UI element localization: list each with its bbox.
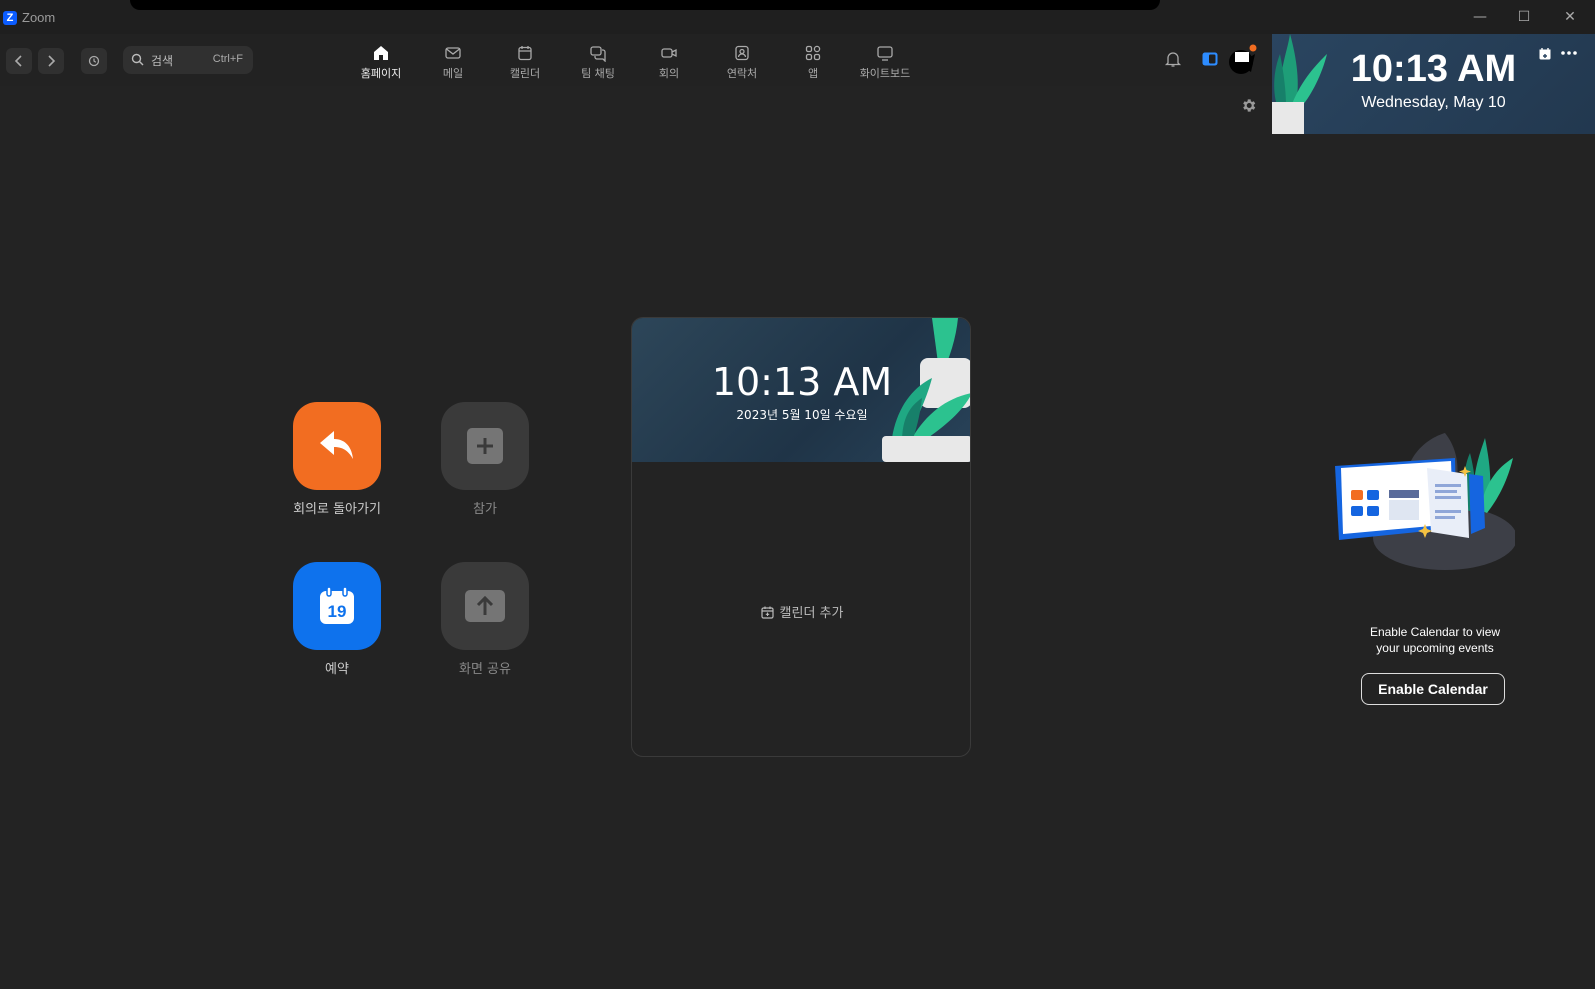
- tab-mail[interactable]: 메일: [421, 44, 485, 80]
- schedule-button[interactable]: 19 예약: [277, 562, 397, 677]
- share-label: 화면 공유: [459, 662, 511, 677]
- tab-label: 화이트보드: [859, 67, 911, 80]
- history-icon: [88, 55, 100, 67]
- plus-icon: [467, 428, 503, 464]
- join-button[interactable]: 참가: [425, 402, 545, 517]
- tab-label: 메일: [442, 67, 464, 80]
- side-panel-toggle-icon[interactable]: [1201, 50, 1219, 68]
- tab-apps[interactable]: 앱: [781, 44, 845, 80]
- tab-meetings[interactable]: 회의: [637, 44, 701, 80]
- tab-label: 회의: [658, 67, 680, 80]
- return-label: 회의로 돌아가기: [293, 502, 381, 517]
- tab-label: 팀 채팅: [581, 67, 615, 80]
- avatar[interactable]: [1225, 42, 1261, 78]
- calendar-19-icon: 19: [320, 586, 354, 624]
- forward-button[interactable]: [38, 48, 64, 74]
- schedule-label: 예약: [325, 662, 349, 677]
- enable-calendar-description: Enable Calendar to view your upcoming ev…: [1340, 624, 1530, 656]
- calendar-add-icon[interactable]: [1538, 47, 1552, 61]
- settings-gear-icon[interactable]: [1240, 97, 1257, 114]
- history-button[interactable]: [81, 48, 107, 74]
- window-title-bar: Z Zoom — ☐ ✕: [0, 0, 1595, 34]
- calendar-add-icon: [760, 606, 774, 619]
- join-label: 참가: [473, 502, 497, 517]
- minimize-button[interactable]: —: [1471, 8, 1489, 26]
- zoom-logo-icon: Z: [3, 11, 17, 25]
- mail-icon: [445, 47, 461, 59]
- more-options-icon[interactable]: [1561, 50, 1577, 56]
- share-tile[interactable]: [441, 562, 529, 650]
- close-button[interactable]: ✕: [1561, 8, 1579, 26]
- chat-icon: [590, 46, 606, 62]
- tab-label: 연락처: [726, 67, 758, 80]
- redaction-mark: [130, 0, 1160, 10]
- tab-calendar[interactable]: 캘린더: [493, 44, 557, 80]
- tab-team-chat[interactable]: 팀 채팅: [566, 44, 630, 80]
- add-calendar-link[interactable]: 캘린더 추가: [632, 602, 970, 621]
- chevron-left-icon: [14, 55, 22, 67]
- calendar-icon: [518, 46, 532, 61]
- search-shortcut: Ctrl+F: [212, 53, 243, 65]
- card-date: 2023년 5월 10일 수요일: [736, 408, 868, 422]
- share-screen-button[interactable]: 화면 공유: [425, 562, 545, 677]
- chevron-right-icon: [48, 55, 56, 67]
- calendar-day: 19: [328, 602, 347, 621]
- tab-label: 앱: [807, 67, 819, 80]
- tab-label: 캘린더: [509, 67, 541, 80]
- contacts-icon: [735, 45, 749, 61]
- back-button[interactable]: [6, 48, 32, 74]
- return-icon: [320, 431, 353, 459]
- enable-calendar-button[interactable]: Enable Calendar: [1361, 673, 1505, 705]
- notification-bell-icon[interactable]: [1164, 50, 1182, 68]
- upcoming-meetings-card: 10:13 AM 2023년 5월 10일 수요일 캘린더 추가: [631, 317, 971, 757]
- search-placeholder: 검색: [151, 54, 174, 68]
- enable-text-line2: your upcoming events: [1376, 641, 1494, 655]
- calendar-illustration: [1335, 433, 1515, 570]
- search-input[interactable]: 검색 Ctrl+F: [123, 46, 253, 74]
- video-icon: [661, 48, 677, 58]
- tab-whiteboard[interactable]: 화이트보드: [853, 44, 917, 80]
- share-up-icon: [465, 590, 505, 622]
- clock-widget-date: Wednesday, May 10: [1361, 94, 1506, 111]
- tab-contacts[interactable]: 연락처: [710, 44, 774, 80]
- join-tile[interactable]: [441, 402, 529, 490]
- maximize-button[interactable]: ☐: [1515, 8, 1533, 26]
- tab-home[interactable]: 홈페이지: [349, 44, 413, 80]
- schedule-tile[interactable]: 19: [293, 562, 381, 650]
- card-header: 10:13 AM 2023년 5월 10일 수요일: [632, 318, 970, 462]
- search-icon: [131, 53, 144, 66]
- window-title: Zoom: [22, 10, 56, 25]
- home-icon: [374, 46, 388, 60]
- card-time: 10:13 AM: [711, 360, 893, 404]
- clock-widget: 10:13 AM Wednesday, May 10: [1272, 34, 1595, 134]
- enable-text-line1: Enable Calendar to view: [1369, 625, 1501, 639]
- apps-icon: [805, 45, 821, 61]
- add-calendar-label: 캘린더 추가: [779, 606, 844, 621]
- tab-label: 홈페이지: [360, 67, 402, 80]
- whiteboard-icon: [877, 46, 893, 61]
- return-to-meeting-button[interactable]: 회의로 돌아가기: [277, 402, 397, 517]
- return-tile[interactable]: [293, 402, 381, 490]
